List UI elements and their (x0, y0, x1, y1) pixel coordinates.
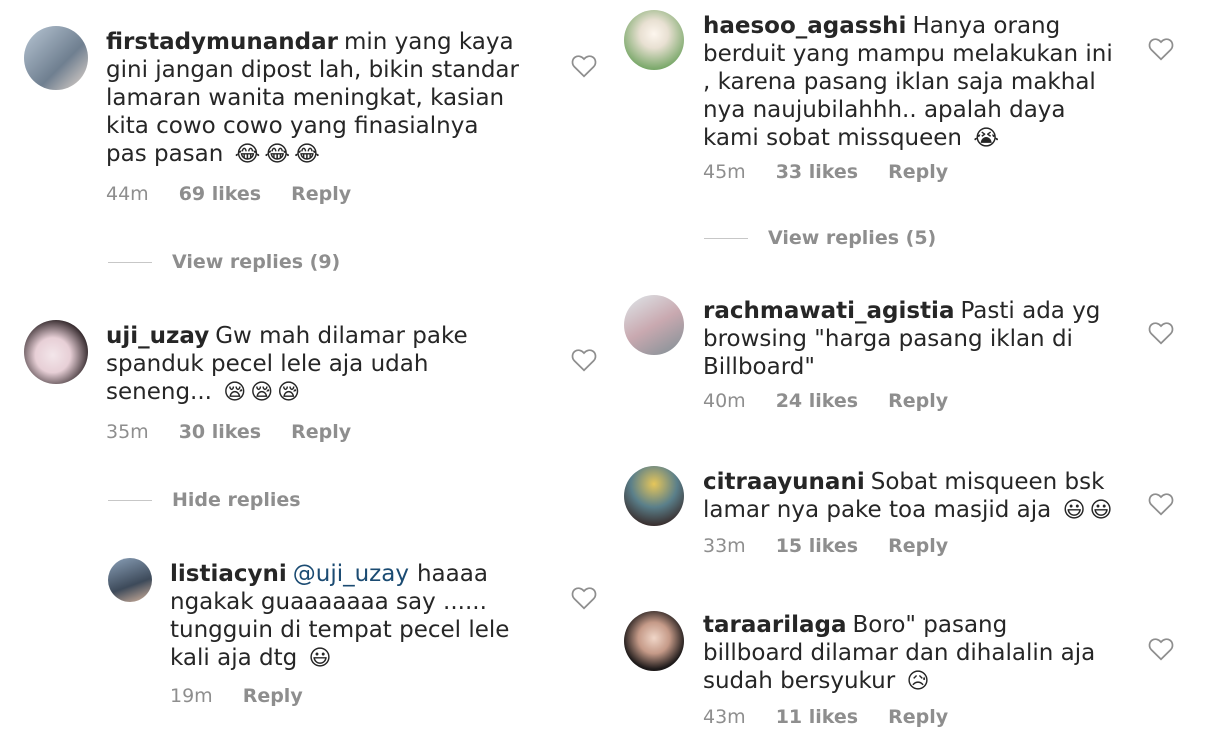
avatar[interactable] (624, 10, 684, 70)
comment-haesoo-agasshi: haesoo_agasshi Hanya orang berduit yang m… (624, 10, 1184, 190)
comment-username[interactable]: firstadymunandar (106, 29, 338, 55)
likes-count[interactable]: 33 likes (776, 161, 858, 183)
comment-emoji: 😥 (906, 669, 934, 694)
heart-icon[interactable] (571, 586, 597, 610)
avatar[interactable] (624, 466, 684, 526)
comment-username[interactable]: listiacyni (170, 561, 287, 587)
comment-rachmawati-agistia: rachmawati_agistia Pasti ada yg browsing … (624, 295, 1184, 420)
avatar[interactable] (108, 558, 152, 602)
comment-username[interactable]: uji_uzay (106, 323, 209, 349)
comment-time: 45m (703, 161, 746, 183)
likes-count[interactable]: 69 likes (179, 183, 261, 205)
likes-count[interactable]: 15 likes (776, 535, 858, 557)
comment-time: 35m (106, 421, 149, 443)
avatar[interactable] (24, 26, 88, 90)
reply-button[interactable]: Reply (291, 421, 351, 443)
reply-listiacyni: listiacyni @uji_uzay haaaa ngakak guaaaaaa… (108, 558, 604, 718)
likes-count[interactable]: 11 likes (776, 706, 858, 728)
reply-button[interactable]: Reply (888, 706, 948, 728)
comment-taraarilaga: taraarilaga Boro" pasang billboard dilama… (624, 611, 1184, 741)
heart-icon[interactable] (1148, 321, 1174, 345)
heart-icon[interactable] (1148, 637, 1174, 661)
comment-citraayunani: citraayunani Sobat misqueen bsk lamar nya… (624, 466, 1184, 566)
likes-count[interactable]: 30 likes (179, 421, 261, 443)
reply-button[interactable]: Reply (291, 183, 351, 205)
comment-username[interactable]: rachmawati_agistia (703, 298, 954, 324)
likes-count[interactable]: 24 likes (776, 390, 858, 412)
comment-username[interactable]: citraayunani (703, 469, 865, 495)
comment-emoji: 😭 (973, 126, 1004, 151)
divider (108, 499, 152, 501)
heart-icon[interactable] (571, 348, 597, 372)
view-replies-button[interactable]: View replies (5) (704, 227, 936, 249)
reply-button[interactable]: Reply (243, 685, 303, 707)
reply-button[interactable]: Reply (888, 535, 948, 557)
comment-time: 43m (703, 706, 746, 728)
reply-button[interactable]: Reply (888, 161, 948, 183)
heart-icon[interactable] (1148, 492, 1174, 516)
comment-time: 33m (703, 535, 746, 557)
comment-time: 40m (703, 390, 746, 412)
comment-time: 44m (106, 183, 149, 205)
comment-time: 19m (170, 685, 213, 707)
comment-emoji: 😃 (308, 646, 336, 671)
avatar[interactable] (624, 295, 684, 355)
mention-link[interactable]: @uji_uzay (293, 561, 409, 587)
comment-emoji: 😃😃 (1062, 498, 1117, 523)
divider (108, 261, 152, 263)
comment-username[interactable]: haesoo_agasshi (703, 13, 906, 39)
view-replies-button[interactable]: View replies (9) (108, 251, 340, 273)
comment-username[interactable]: taraarilaga (703, 612, 847, 638)
avatar[interactable] (24, 320, 88, 384)
comment-emoji: 😂😂😂 (234, 142, 324, 167)
hide-replies-button[interactable]: Hide replies (108, 489, 301, 511)
heart-icon[interactable] (1148, 37, 1174, 61)
reply-button[interactable]: Reply (888, 390, 948, 412)
comment-firstadymunandar: firstadymunandar min yang kaya gini janga… (24, 26, 604, 216)
comment-emoji: 😪😪😪 (223, 380, 305, 405)
comment-uji-uzay: uji_uzay Gw mah dilamar pake spanduk pece… (24, 320, 604, 450)
avatar[interactable] (624, 611, 684, 671)
divider (704, 237, 748, 239)
heart-icon[interactable] (571, 54, 597, 78)
